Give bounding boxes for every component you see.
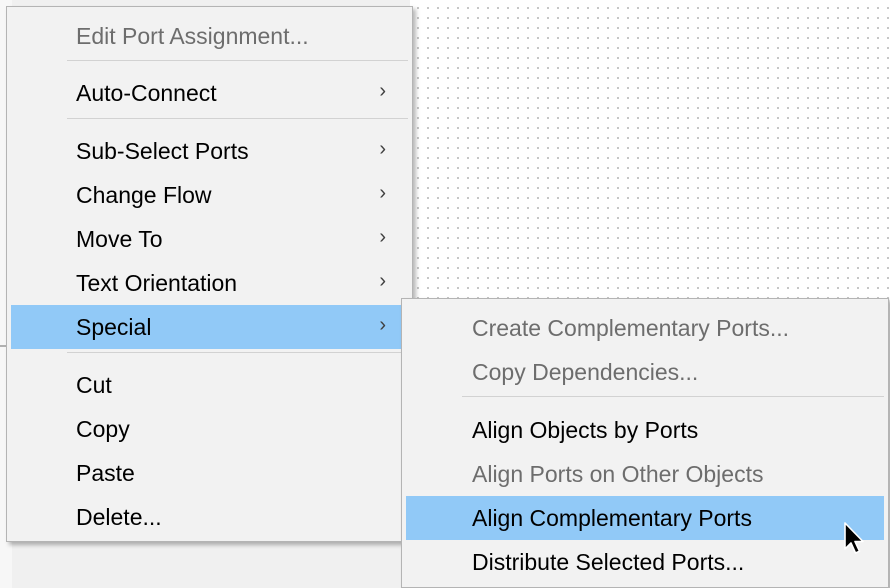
menu-item-label: Auto-Connect	[76, 80, 217, 106]
menu-item-text-orientation[interactable]: Text Orientation ›	[11, 261, 408, 305]
menu-item-label: Edit Port Assignment...	[76, 23, 309, 49]
chevron-right-icon: ›	[379, 182, 386, 204]
menu-item-create-complementary-ports[interactable]: Create Complementary Ports...	[406, 306, 884, 350]
context-menu: Edit Port Assignment... Auto-Connect › S…	[6, 6, 413, 542]
menu-separator	[67, 118, 408, 119]
menu-item-label: Create Complementary Ports...	[472, 315, 790, 341]
menu-item-label: Move To	[76, 226, 163, 252]
menu-item-label: Sub-Select Ports	[76, 138, 249, 164]
menu-item-auto-connect[interactable]: Auto-Connect ›	[11, 71, 408, 115]
schematic-canvas[interactable]	[410, 0, 890, 300]
menu-item-paste[interactable]: Paste	[11, 451, 408, 495]
menu-item-move-to[interactable]: Move To ›	[11, 217, 408, 261]
menu-item-align-complementary-ports[interactable]: Align Complementary Ports	[406, 496, 884, 540]
menu-item-copy-dependencies[interactable]: Copy Dependencies...	[406, 350, 884, 394]
menu-item-align-ports-on-other-objects[interactable]: Align Ports on Other Objects	[406, 452, 884, 496]
menu-item-label: Cut	[76, 372, 112, 398]
menu-item-label: Distribute Selected Ports...	[472, 549, 745, 575]
menu-item-label: Align Ports on Other Objects	[472, 461, 764, 487]
menu-item-cut[interactable]: Cut	[11, 363, 408, 407]
chevron-right-icon: ›	[379, 226, 386, 248]
menu-item-label: Align Complementary Ports	[472, 505, 752, 531]
menu-item-label: Delete...	[76, 504, 162, 530]
menu-item-label: Paste	[76, 460, 135, 486]
menu-item-delete[interactable]: Delete...	[11, 495, 408, 539]
menu-item-label: Copy	[76, 416, 130, 442]
menu-separator	[67, 352, 408, 353]
chevron-right-icon: ›	[379, 314, 386, 336]
app-window: Edit Port Assignment... Auto-Connect › S…	[0, 0, 890, 588]
menu-item-label: Copy Dependencies...	[472, 359, 699, 385]
menu-item-label: Align Objects by Ports	[472, 417, 699, 443]
menu-item-label: Change Flow	[76, 182, 212, 208]
chevron-right-icon: ›	[379, 80, 386, 102]
menu-separator	[462, 396, 884, 397]
chevron-right-icon: ›	[379, 270, 386, 292]
menu-item-label: Text Orientation	[76, 270, 238, 296]
menu-item-change-flow[interactable]: Change Flow ›	[11, 173, 408, 217]
menu-separator	[67, 60, 408, 61]
menu-item-label: Special	[76, 314, 152, 340]
menu-item-sub-select-ports[interactable]: Sub-Select Ports ›	[11, 129, 408, 173]
chevron-right-icon: ›	[379, 138, 386, 160]
menu-item-special[interactable]: Special ›	[11, 305, 408, 349]
special-submenu: Create Complementary Ports... Copy Depen…	[401, 298, 889, 588]
menu-item-align-objects-by-ports[interactable]: Align Objects by Ports	[406, 408, 884, 452]
menu-item-copy[interactable]: Copy	[11, 407, 408, 451]
menu-item-distribute-selected-ports[interactable]: Distribute Selected Ports...	[406, 540, 884, 584]
mouse-pointer-icon	[844, 522, 864, 554]
menu-item-edit-port-assignment[interactable]: Edit Port Assignment...	[11, 14, 408, 58]
